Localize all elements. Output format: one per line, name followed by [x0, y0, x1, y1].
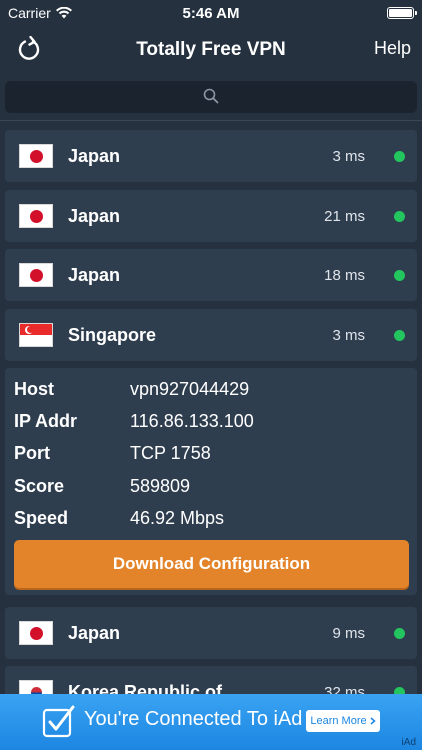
iad-tag: iAd — [401, 737, 416, 748]
server-country: Japan — [68, 264, 121, 285]
server-row-japan-2[interactable]: Japan 21 ms — [5, 190, 417, 242]
server-row-japan-1[interactable]: Japan 3 ms — [5, 130, 417, 182]
iad-message: You're Connected To iAd — [84, 708, 303, 730]
detail-label: Speed — [14, 507, 69, 528]
wifi-icon — [55, 7, 72, 19]
detail-host: Host vpn927044429 — [14, 377, 249, 401]
checkmark-icon — [42, 705, 75, 738]
server-country: Japan — [68, 205, 121, 226]
navigation-bar: Totally Free VPN Help — [0, 26, 422, 74]
japan-flag-icon — [19, 263, 53, 287]
detail-value: 46.92 Mbps — [130, 507, 225, 528]
server-details-panel: Host vpn927044429 IP Addr 116.86.133.100… — [5, 368, 417, 595]
status-bar: Carrier 5:46 AM — [0, 0, 422, 26]
iad-banner[interactable]: You're Connected To iAd Learn More iAd — [0, 694, 422, 750]
detail-label: Port — [14, 442, 50, 463]
search-input[interactable] — [5, 81, 417, 113]
detail-port: Port TCP 1758 — [14, 441, 211, 465]
detail-ip-address: IP Addr 116.86.133.100 — [14, 409, 254, 433]
server-ping: 3 ms — [332, 326, 365, 344]
download-configuration-button[interactable]: Download Configuration — [14, 540, 409, 588]
learn-more-label: Learn More — [310, 715, 367, 727]
server-country: Japan — [68, 622, 121, 643]
japan-flag-icon — [19, 204, 53, 228]
online-status-icon — [394, 210, 405, 222]
detail-speed: Speed 46.92 Mbps — [14, 506, 224, 530]
detail-value: TCP 1758 — [130, 442, 211, 463]
server-ping: 3 ms — [332, 147, 365, 165]
server-row-singapore[interactable]: Singapore 3 ms — [5, 309, 417, 361]
refresh-icon — [18, 36, 40, 60]
detail-value: 589809 — [130, 475, 191, 496]
singapore-flag-icon — [19, 323, 53, 347]
carrier-label: Carrier — [8, 5, 51, 21]
list-divider — [0, 120, 422, 121]
server-row-japan-3[interactable]: Japan 18 ms — [5, 249, 417, 301]
battery-icon — [387, 7, 417, 19]
japan-flag-icon — [19, 621, 53, 645]
detail-label: IP Addr — [14, 410, 78, 431]
online-status-icon — [394, 627, 405, 639]
server-ping: 21 ms — [324, 207, 365, 225]
server-ping: 9 ms — [332, 624, 365, 642]
chevron-right-icon — [370, 717, 376, 725]
detail-label: Host — [14, 378, 54, 399]
server-country: Japan — [68, 145, 121, 166]
refresh-button[interactable] — [14, 34, 44, 64]
help-button[interactable]: Help — [374, 38, 411, 59]
japan-flag-icon — [19, 144, 53, 168]
search-bar — [5, 81, 417, 113]
online-status-icon — [394, 150, 405, 162]
carrier-group: Carrier — [8, 5, 72, 21]
learn-more-button[interactable]: Learn More — [306, 710, 380, 732]
server-ping: 18 ms — [324, 266, 365, 284]
detail-value: vpn927044429 — [130, 378, 250, 399]
detail-label: Score — [14, 475, 65, 496]
server-row-japan-4[interactable]: Japan 9 ms — [5, 607, 417, 659]
server-country: Singapore — [68, 324, 157, 345]
detail-score: Score 589809 — [14, 474, 190, 498]
online-status-icon — [394, 269, 405, 281]
online-status-icon — [394, 329, 405, 341]
detail-value: 116.86.133.100 — [130, 410, 254, 431]
page-title: Totally Free VPN — [136, 39, 286, 60]
